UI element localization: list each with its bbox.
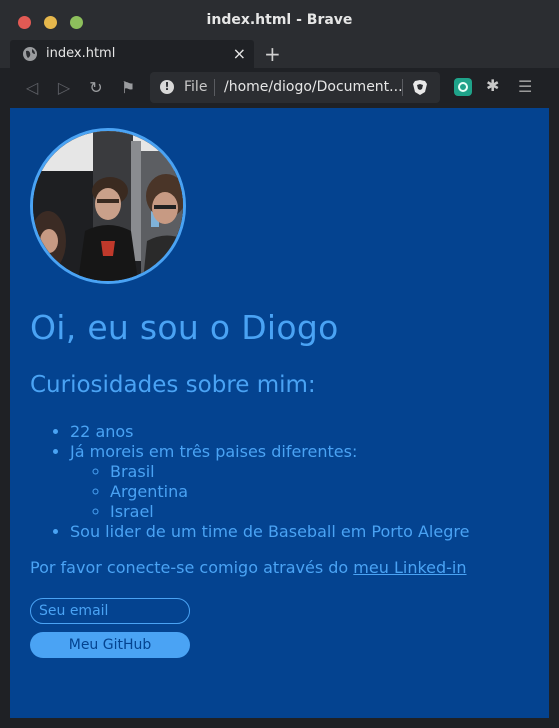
brave-shields-icon[interactable] (412, 79, 428, 96)
reload-icon[interactable]: ↻ (86, 78, 106, 98)
scheme-label: File (184, 79, 208, 95)
divider (402, 79, 403, 96)
country-item: Israel (110, 502, 469, 522)
list-item: Sou lider de um time de Baseball em Port… (70, 522, 469, 542)
url-text[interactable]: /home/diogo/Document... (224, 79, 402, 95)
tab-index-html[interactable]: index.html × (10, 40, 254, 68)
toolbar: ◁ ▷ ↻ ⚑ ! File /home/diogo/Document... ✱… (0, 68, 559, 108)
bookmark-icon[interactable]: ⚑ (118, 78, 138, 98)
email-input[interactable] (30, 598, 190, 624)
connect-text: Por favor conecte-se comigo através do (30, 558, 354, 577)
extensions-icon[interactable]: ✱ (486, 76, 499, 95)
extension-rewards-icon[interactable] (454, 78, 472, 96)
facts-list: 22 anos Já moreis em três paises diferen… (30, 422, 469, 542)
info-icon[interactable]: ! (160, 80, 174, 94)
window-title: index.html - Brave (206, 12, 353, 28)
page-title: Oi, eu sou o Diogo (30, 308, 339, 347)
country-item: Argentina (110, 482, 469, 502)
title-bar: index.html - Brave (0, 0, 559, 40)
list-item: Já moreis em três paises diferentes: Bra… (70, 442, 469, 522)
back-icon[interactable]: ◁ (22, 78, 42, 98)
profile-photo-image (33, 131, 183, 281)
connect-paragraph: Por favor conecte-se comigo através do m… (30, 558, 467, 577)
close-tab-icon[interactable]: × (233, 44, 246, 63)
countries-list: Brasil Argentina Israel (70, 462, 469, 522)
address-bar[interactable]: ! File /home/diogo/Document... (150, 72, 440, 103)
globe-icon (23, 47, 37, 61)
forward-icon[interactable]: ▷ (54, 78, 74, 98)
page-content: Oi, eu sou o Diogo Curiosidades sobre mi… (10, 108, 549, 718)
divider (214, 79, 215, 96)
new-tab-button[interactable]: + (264, 42, 281, 66)
github-button[interactable]: Meu GitHub (30, 632, 190, 658)
curiosities-heading: Curiosidades sobre mim: (30, 372, 316, 398)
linkedin-link[interactable]: meu Linked-in (353, 558, 466, 577)
browser-window: index.html - Brave index.html × + ◁ ▷ ↻ … (0, 0, 559, 728)
list-item: 22 anos (70, 422, 469, 442)
list-item-label: Já moreis em três paises diferentes: (70, 442, 358, 461)
menu-icon[interactable]: ☰ (518, 77, 532, 96)
tab-label: index.html (46, 46, 116, 61)
profile-photo (30, 128, 186, 284)
country-item: Brasil (110, 462, 469, 482)
tab-bar: index.html × + (0, 40, 559, 68)
